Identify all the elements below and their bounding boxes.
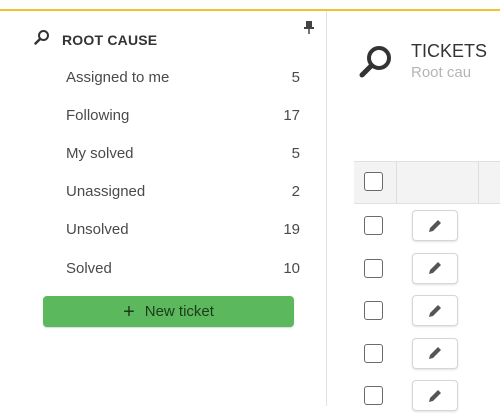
sidebar-item-label: Unsolved — [66, 221, 129, 239]
row-checkbox[interactable] — [364, 343, 383, 363]
sidebar-item-following[interactable]: Following 17 — [62, 96, 308, 134]
search-wrench-icon — [358, 44, 394, 80]
page-subtitle: Root cau — [411, 64, 472, 81]
sidebar-item-count: 5 — [291, 68, 300, 86]
sidebar-item-unassigned[interactable]: Unassigned 2 — [62, 173, 308, 211]
pencil-icon — [429, 389, 441, 402]
column-divider — [478, 162, 479, 203]
table-row — [354, 374, 500, 417]
row-checkbox[interactable] — [364, 301, 383, 320]
sidebar-item-label: Solved — [66, 259, 112, 277]
table-header — [354, 161, 500, 204]
edit-button[interactable] — [412, 380, 458, 411]
table-row — [354, 204, 500, 247]
sidebar-item-label: Following — [66, 106, 130, 124]
row-checkbox[interactable] — [364, 258, 383, 278]
table-row — [354, 247, 500, 290]
new-ticket-button[interactable]: + New ticket — [43, 296, 294, 327]
pencil-icon — [429, 219, 441, 232]
sidebar-item-count: 10 — [283, 259, 300, 277]
column-divider — [396, 162, 397, 203]
row-checkbox[interactable] — [364, 386, 383, 405]
edit-button[interactable] — [412, 210, 458, 241]
sidebar-item-label: Unassigned — [66, 183, 146, 201]
new-ticket-label: New ticket — [144, 303, 214, 320]
select-all-checkbox[interactable] — [364, 172, 383, 191]
sidebar-item-assigned-to-me[interactable]: Assigned to me 5 — [62, 58, 308, 96]
sidebar-item-unsolved[interactable]: Unsolved 19 — [62, 211, 308, 249]
sidebar-item-count: 17 — [283, 106, 300, 124]
search-wrench-icon — [34, 29, 50, 50]
sidebar-item-label: Assigned to me — [66, 68, 170, 86]
sidebar-item-label: My solved — [66, 144, 134, 162]
tickets-table — [354, 161, 500, 417]
edit-button[interactable] — [412, 337, 458, 369]
edit-button[interactable] — [412, 252, 458, 284]
sidebar-item-count: 2 — [291, 183, 300, 201]
plus-icon: + — [123, 300, 135, 323]
table-row — [354, 289, 500, 332]
sidebar-item-solved[interactable]: Solved 10 — [62, 249, 308, 287]
pencil-icon — [429, 262, 441, 274]
pencil-icon — [429, 347, 441, 359]
sidebar-nav: Assigned to me 5 Following 17 My solved … — [62, 58, 308, 287]
sidebar-item-count: 5 — [291, 144, 300, 162]
pin-icon[interactable] — [303, 20, 315, 34]
edit-button[interactable] — [412, 295, 458, 326]
page-title: TICKETS — [411, 41, 488, 61]
table-row — [354, 332, 500, 375]
sidebar-item-count: 19 — [283, 221, 300, 239]
pencil-icon — [429, 304, 441, 317]
sidebar-section-title: ROOT CAUSE — [62, 31, 158, 48]
row-checkbox[interactable] — [364, 216, 383, 235]
sidebar-section-header: ROOT CAUSE — [34, 29, 157, 50]
sidebar-item-my-solved[interactable]: My solved 5 — [62, 134, 308, 172]
